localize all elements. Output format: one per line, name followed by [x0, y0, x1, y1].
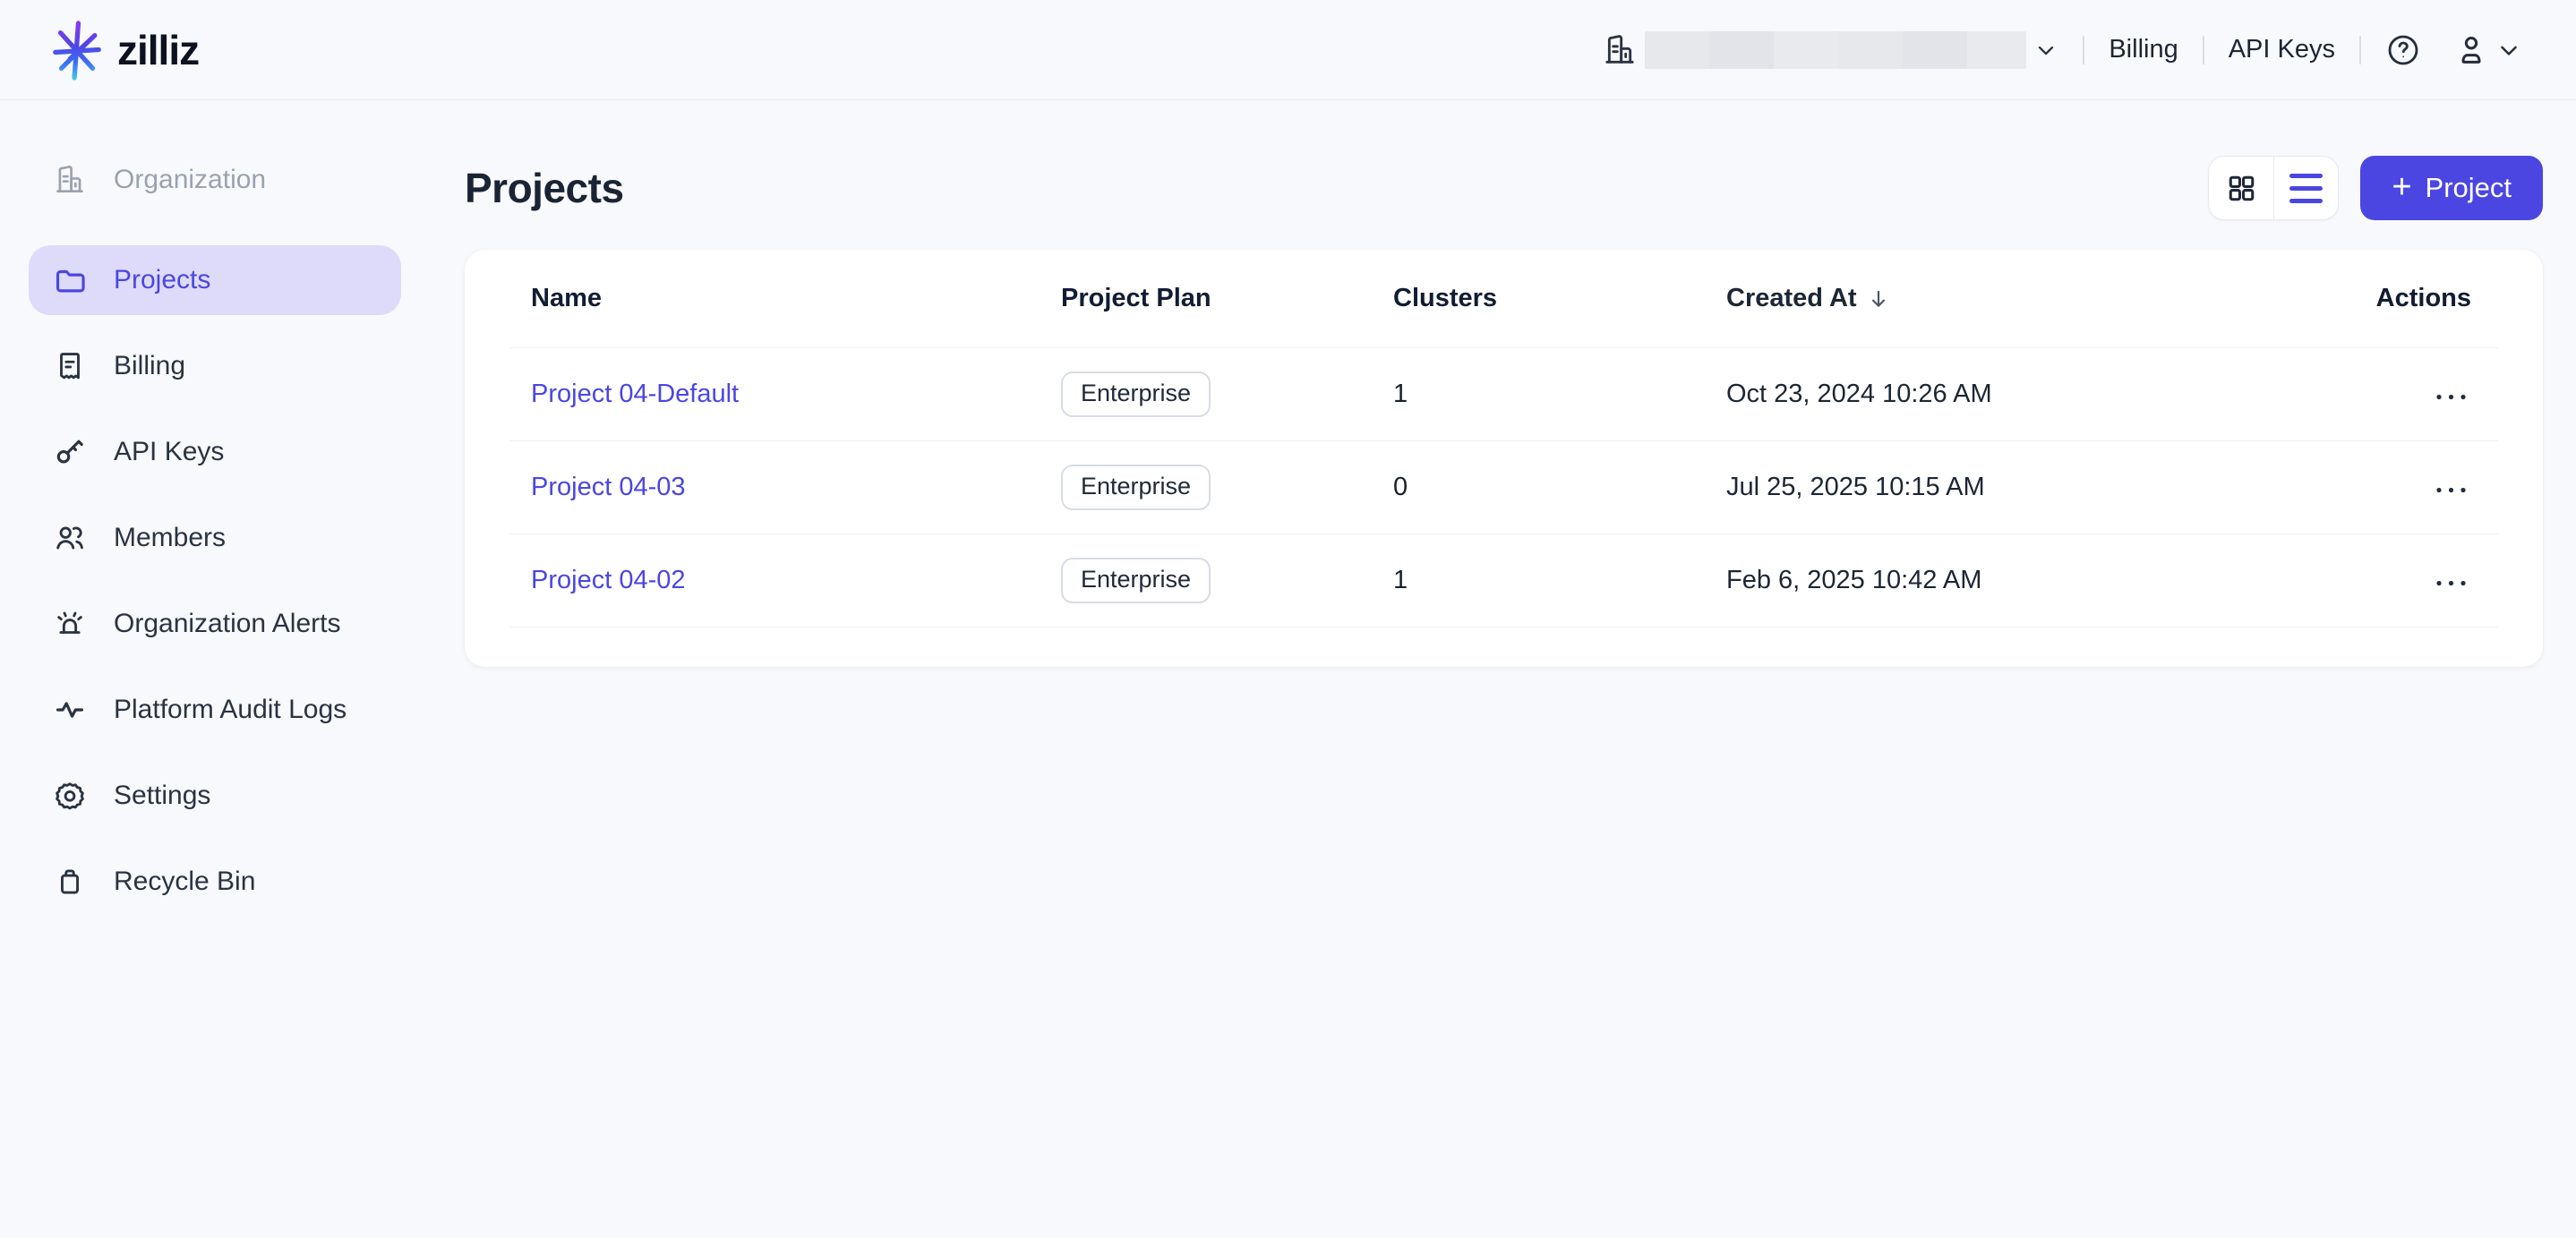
project-link[interactable]: Project 04-03	[531, 473, 686, 501]
plus-icon: +	[2392, 170, 2411, 204]
org-switcher[interactable]	[1602, 31, 2058, 69]
user-icon	[2453, 32, 2489, 68]
table-header-row: Name Project Plan Clusters Created At Ac…	[509, 250, 2498, 348]
sidebar-item-settings[interactable]: Settings	[29, 761, 401, 831]
sidebar-item-projects[interactable]: Projects	[29, 245, 401, 315]
sidebar-item-billing[interactable]: Billing	[29, 331, 401, 401]
divider	[2359, 36, 2361, 64]
help-circle-icon[interactable]	[2385, 32, 2421, 68]
org-name-redacted	[1645, 31, 2026, 69]
row-actions-button[interactable]	[2431, 384, 2471, 410]
folder-icon	[53, 263, 87, 297]
created-at: Feb 6, 2025 10:42 AM	[1726, 566, 2194, 595]
sidebar-item-recycle-bin[interactable]: Recycle Bin	[29, 847, 401, 917]
list-icon	[2289, 174, 2323, 203]
projects-table-card: Name Project Plan Clusters Created At Ac…	[465, 250, 2543, 667]
sort-desc-arrow-icon	[1867, 287, 1890, 311]
zilliz-logo: zilliz	[49, 20, 199, 81]
clusters-count: 0	[1393, 473, 1726, 502]
column-header-project-plan: Project Plan	[1061, 284, 1393, 313]
api-keys-link[interactable]: API Keys	[2229, 35, 2335, 64]
siren-icon	[53, 607, 87, 641]
brand-name: zilliz	[117, 26, 199, 74]
chevron-down-icon	[2033, 38, 2058, 63]
chevron-down-icon	[2495, 37, 2522, 64]
sidebar-item-label: Organization	[114, 165, 266, 195]
sidebar-item-platform-audit-logs[interactable]: Platform Audit Logs	[29, 675, 401, 745]
sidebar-item-label: Organization Alerts	[114, 609, 340, 639]
table-row: Project 04-02 Enterprise 1 Feb 6, 2025 1…	[509, 534, 2498, 628]
sidebar-item-label: Billing	[114, 351, 185, 381]
row-actions-button[interactable]	[2431, 570, 2471, 596]
building-icon	[53, 163, 87, 197]
sidebar-item-organization: Organization	[29, 145, 401, 215]
column-header-clusters: Clusters	[1393, 284, 1726, 313]
activity-icon	[53, 693, 87, 727]
column-header-actions: Actions	[2194, 284, 2498, 313]
plan-badge: Enterprise	[1061, 558, 1211, 603]
project-link[interactable]: Project 04-02	[531, 566, 686, 594]
plan-badge: Enterprise	[1061, 371, 1211, 417]
sidebar-item-label: Settings	[114, 781, 210, 811]
clusters-count: 1	[1393, 380, 1726, 409]
column-header-created-at[interactable]: Created At	[1726, 284, 2194, 313]
key-icon	[53, 435, 87, 469]
clusters-count: 1	[1393, 566, 1726, 595]
plan-badge: Enterprise	[1061, 465, 1211, 510]
main-content: Projects	[430, 100, 2576, 1238]
trash-icon	[53, 865, 87, 899]
list-view-button[interactable]	[2274, 157, 2339, 219]
column-header-name: Name	[509, 284, 1061, 313]
table-row: Project 04-03 Enterprise 0 Jul 25, 2025 …	[509, 441, 2498, 534]
sidebar: Organization Projects Billing	[0, 100, 430, 1238]
created-at: Jul 25, 2025 10:15 AM	[1726, 473, 2194, 502]
table-row: Project 04-Default Enterprise 1 Oct 23, …	[509, 348, 2498, 441]
sidebar-item-label: Projects	[114, 265, 210, 295]
topbar: zilliz Billing A	[0, 0, 2576, 100]
sidebar-item-organization-alerts[interactable]: Organization Alerts	[29, 589, 401, 659]
created-at: Oct 23, 2024 10:26 AM	[1726, 380, 2194, 409]
grid-view-button[interactable]	[2209, 157, 2274, 219]
view-toggle	[2208, 156, 2339, 220]
new-project-button[interactable]: + Project	[2360, 156, 2543, 220]
billing-link[interactable]: Billing	[2109, 35, 2178, 64]
users-icon	[53, 521, 87, 555]
page-title: Projects	[465, 164, 624, 212]
user-menu[interactable]	[2453, 32, 2522, 68]
row-actions-button[interactable]	[2431, 477, 2471, 503]
building-icon	[1602, 32, 1638, 68]
sidebar-item-label: API Keys	[114, 437, 224, 467]
sidebar-item-label: Platform Audit Logs	[114, 695, 347, 725]
grid-icon	[2226, 173, 2257, 204]
project-link[interactable]: Project 04-Default	[531, 380, 739, 408]
projects-table: Name Project Plan Clusters Created At Ac…	[509, 250, 2498, 628]
divider	[2203, 36, 2204, 64]
gear-icon	[53, 779, 87, 813]
sidebar-item-label: Recycle Bin	[114, 867, 255, 897]
sidebar-item-members[interactable]: Members	[29, 503, 401, 573]
sidebar-item-label: Members	[114, 523, 226, 553]
zilliz-star-icon	[49, 20, 105, 81]
sidebar-item-api-keys[interactable]: API Keys	[29, 417, 401, 487]
receipt-icon	[53, 349, 87, 383]
divider	[2083, 36, 2084, 64]
